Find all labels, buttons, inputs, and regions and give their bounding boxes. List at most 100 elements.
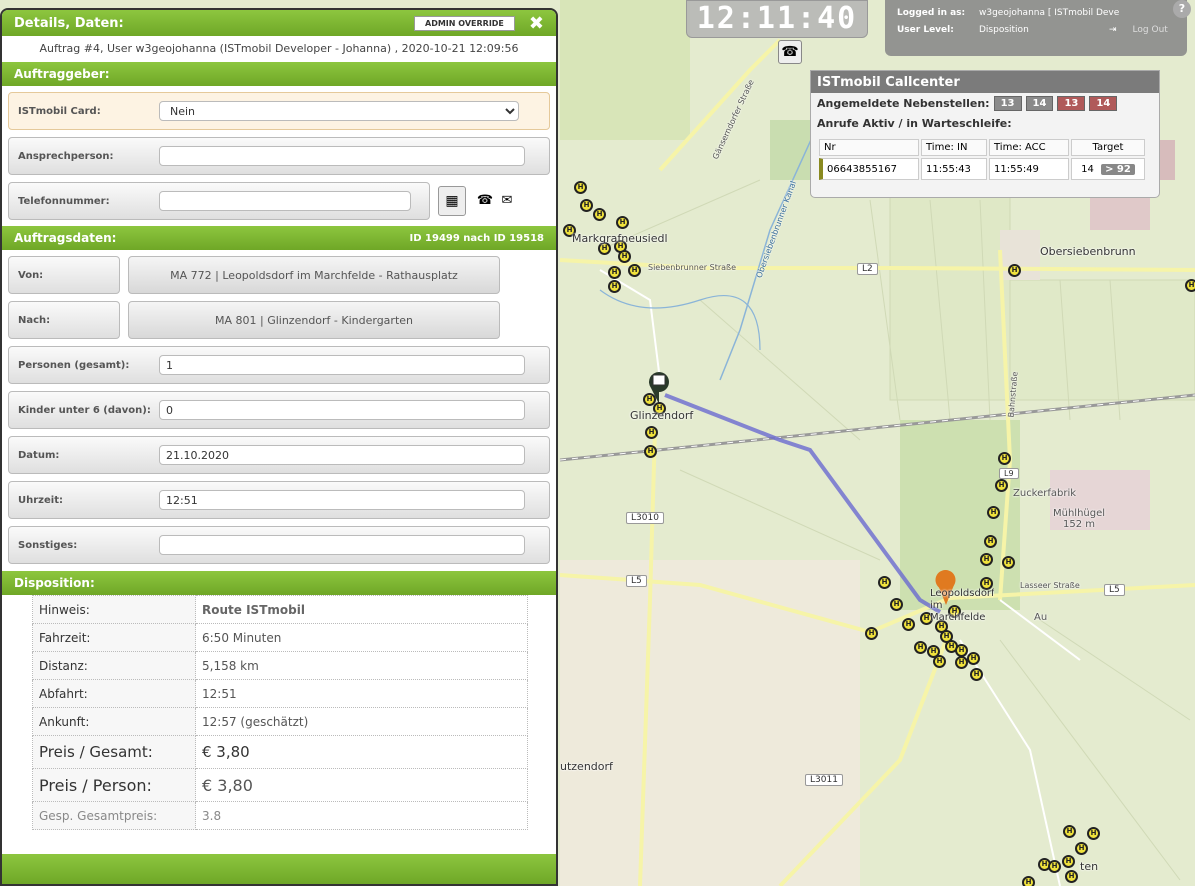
bus-stop-icon[interactable]: H <box>970 668 983 681</box>
call-number: 06643855167 <box>819 158 919 180</box>
dispo-value: 5,158 km <box>195 651 528 680</box>
bus-stop-icon[interactable]: H <box>628 264 641 277</box>
bus-stop-icon[interactable]: H <box>955 656 968 669</box>
dispo-key: Preis / Person: <box>32 768 196 802</box>
bus-stop-icon[interactable]: H <box>616 216 629 229</box>
table-row: Gesp. Gesamtpreis: 3.8 <box>32 801 528 830</box>
other-field: Sonstiges: <box>8 526 550 564</box>
extension-badge: 13 <box>993 96 1022 111</box>
bus-stop-icon[interactable]: H <box>1022 876 1035 886</box>
bus-stop-icon[interactable]: H <box>980 553 993 566</box>
bus-stop-icon[interactable]: H <box>608 266 621 279</box>
from-stop-button[interactable]: MA 772 | Leopoldsdorf im Marchfelde - Ra… <box>128 256 500 294</box>
callcenter-title: ISTmobil Callcenter <box>811 71 1159 93</box>
admin-override-button[interactable]: ADMIN OVERRIDE <box>414 15 515 31</box>
dispo-value: € 3,80 <box>195 768 528 802</box>
bus-stop-icon[interactable]: H <box>967 652 980 665</box>
phone-icon[interactable]: ☎ <box>778 40 802 64</box>
bus-stop-icon[interactable]: H <box>1065 870 1078 883</box>
persons-input[interactable] <box>159 355 525 375</box>
map-place-label: Mühlhügel <box>1053 508 1106 519</box>
table-row: Distanz: 5,158 km <box>32 651 528 680</box>
close-icon[interactable]: ✖ <box>529 13 544 34</box>
bus-stop-icon[interactable]: H <box>1062 855 1075 868</box>
from-row: Von: MA 772 | Leopoldsdorf im Marchfelde… <box>8 256 550 294</box>
section-title: Auftraggeber: <box>14 67 110 81</box>
sms-icon[interactable]: ✉ <box>496 190 518 212</box>
other-input[interactable] <box>159 535 525 555</box>
call-icon[interactable]: ☎ <box>474 190 496 212</box>
bus-stop-icon[interactable]: H <box>984 535 997 548</box>
to-label: Nach: <box>8 301 120 339</box>
table-row: Preis / Person: € 3,80 <box>32 768 528 802</box>
card-select[interactable]: Nein <box>159 101 519 121</box>
help-button[interactable]: ? <box>1173 0 1191 18</box>
bus-stop-icon[interactable]: H <box>878 576 891 589</box>
bus-stop-icon[interactable]: H <box>644 445 657 458</box>
dispo-value: € 3,80 <box>195 735 528 769</box>
order-info: Auftrag #4, User w3geojohanna (ISTmobil … <box>39 42 519 55</box>
dispo-key: Preis / Gesamt: <box>32 735 196 769</box>
bus-stop-icon[interactable]: H <box>580 199 593 212</box>
map-place-label: Obersiebenbrunn <box>1040 245 1136 258</box>
persons-label: Personen (gesamt): <box>18 359 130 371</box>
dispo-value: Route ISTmobil <box>195 595 528 624</box>
table-row: Abfahrt: 12:51 <box>32 679 528 708</box>
date-input[interactable] <box>159 445 525 465</box>
bus-stop-icon[interactable]: H <box>933 655 946 668</box>
phone-input[interactable] <box>159 191 411 211</box>
extension-badge: 13 <box>1057 96 1086 111</box>
card-label: ISTmobil Card: <box>18 105 101 117</box>
bus-stop-icon[interactable]: H <box>1063 825 1076 838</box>
call-target: 14 > 92 <box>1071 158 1145 180</box>
call-target-value: 14 <box>1081 163 1094 175</box>
bus-stop-icon[interactable]: H <box>987 506 1000 519</box>
bus-stop-icon[interactable]: H <box>995 479 1008 492</box>
bus-stop-icon[interactable]: H <box>1008 264 1021 277</box>
logout-link[interactable]: Log Out <box>1133 25 1168 35</box>
callcenter-panel: ISTmobil Callcenter Angemeldete Nebenste… <box>810 70 1160 198</box>
contact-input[interactable] <box>159 146 525 166</box>
bus-stop-icon[interactable]: H <box>645 426 658 439</box>
contact-label: Ansprechperson: <box>18 150 114 162</box>
dispo-key: Abfahrt: <box>32 679 196 708</box>
bus-stop-icon[interactable]: H <box>1002 556 1015 569</box>
bus-stop-icon[interactable]: H <box>998 452 1011 465</box>
details-panel: Details, Daten: ADMIN OVERRIDE ✖ Auftrag… <box>0 8 558 886</box>
bus-stop-icon[interactable]: H <box>608 280 621 293</box>
to-stop-button[interactable]: MA 801 | Glinzendorf - Kindergarten <box>128 301 500 339</box>
map-place-label: Au <box>1034 612 1048 623</box>
bus-stop-icon[interactable]: H <box>890 598 903 611</box>
bus-stop-icon[interactable]: H <box>618 250 631 263</box>
time-input[interactable] <box>159 490 525 510</box>
kids-input[interactable] <box>159 400 525 420</box>
user-level-value: Disposition <box>979 25 1029 35</box>
panel-title: Details, Daten: <box>14 15 124 31</box>
bus-stop-icon[interactable]: H <box>865 627 878 640</box>
bus-stop-icon[interactable]: H <box>914 641 927 654</box>
user-level-label: User Level: <box>897 25 954 35</box>
bus-stop-icon[interactable]: H <box>574 181 587 194</box>
phone-book-icon[interactable]: ▦ <box>438 186 466 216</box>
calls-label: Anrufe Aktiv / in Warteschleife: <box>817 117 1012 130</box>
bus-stop-icon[interactable]: H <box>1087 827 1100 840</box>
dispo-value: 3.8 <box>195 801 528 830</box>
date-label: Datum: <box>18 449 60 461</box>
logout-icon[interactable]: ⇥ <box>1109 25 1117 35</box>
bus-stop-icon[interactable]: H <box>1185 279 1195 292</box>
road-shield: L3011 <box>805 774 843 786</box>
column-header: Target <box>1071 139 1145 156</box>
time-label: Uhrzeit: <box>18 494 63 506</box>
bus-stop-icon[interactable]: H <box>902 618 915 631</box>
table-row[interactable]: 06643855167 11:55:43 11:55:49 14 > 92 <box>819 158 1145 180</box>
calls-table: Nr Time: IN Time: ACC Target 06643855167… <box>817 137 1147 182</box>
target-badge[interactable]: > 92 <box>1101 163 1135 175</box>
panel-header: Details, Daten: ADMIN OVERRIDE ✖ <box>2 10 556 36</box>
bus-stop-icon[interactable]: H <box>1048 860 1061 873</box>
bus-stop-icon[interactable]: H <box>593 208 606 221</box>
road-shield: L5 <box>626 575 647 587</box>
table-row: Ankunft: 12:57 (geschätzt) <box>32 707 528 736</box>
disposition-table: Hinweis: Route ISTmobil Fahrzeit: 6:50 Min… <box>32 595 528 830</box>
bus-stop-icon[interactable]: H <box>1075 842 1088 855</box>
column-header: Time: ACC <box>989 139 1069 156</box>
